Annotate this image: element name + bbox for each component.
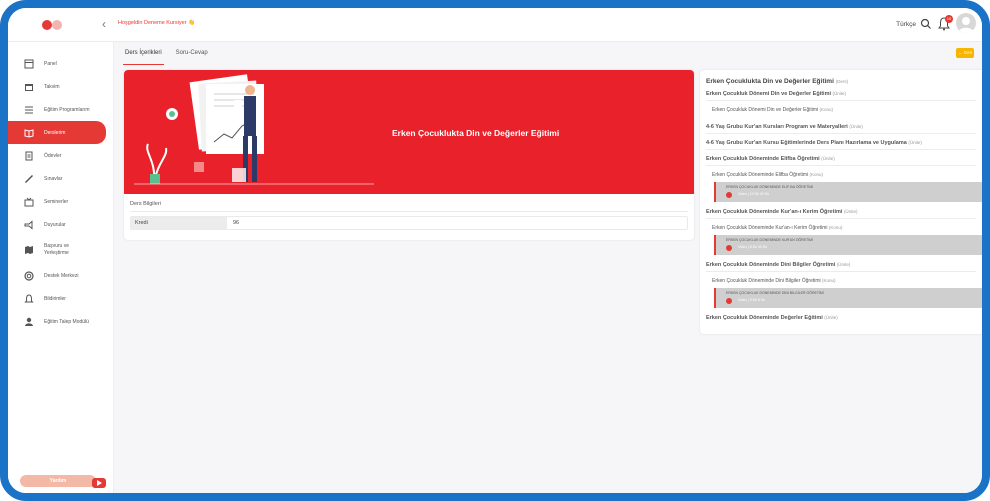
sidebar-item-label: Panel: [44, 60, 57, 67]
welcome-text: Hoşgeldin Deneme Kursiyer 👋: [118, 20, 195, 26]
course-outline-panel: Erken Çocuklukta Din ve Değerler Eğitimi…: [700, 70, 986, 334]
sidebar-item-label: Sınavlar: [44, 175, 63, 182]
sidebar-item-destek[interactable]: Destek Merkezi: [8, 264, 113, 287]
sidebar-item-seminerler[interactable]: Seminerler: [8, 190, 113, 213]
banner-illustration: [134, 74, 374, 185]
course-card: Erken Çocuklukta Din ve Değerler Eğitimi…: [124, 70, 694, 240]
book-icon: [24, 128, 34, 138]
map-icon: [25, 246, 33, 254]
play-icon: [726, 298, 732, 304]
outline-topic[interactable]: Erken Çocukluk Döneminde Kur'an-ı Kerim …: [712, 225, 842, 231]
progress-marker: [714, 235, 716, 255]
collapse-sidebar-icon[interactable]: ‹: [102, 17, 106, 31]
course-info-heading: Ders Bilgileri: [130, 201, 161, 207]
outline-unit[interactable]: 4-6 Yaş Grubu Kur'an Kursu Eğitimlerinde…: [706, 140, 976, 150]
tab-soru-cevap[interactable]: Soru-Cevap: [174, 48, 210, 65]
sidebar: Panel Takvim Eğitim Programlarım Dersler…: [8, 42, 114, 493]
sidebar-nav: Panel Takvim Eğitim Programlarım Dersler…: [8, 42, 113, 333]
video-item[interactable]: ERKEN ÇOCUKLUK DÖNEMİNDE DİNİ BİLGİLER Ö…: [714, 288, 982, 308]
sidebar-item-label: Eğitim Programlarım: [44, 106, 90, 113]
tv-icon: [24, 197, 34, 206]
sidebar-item-label: Başvuru ve Yerleştirme: [44, 243, 70, 256]
sidebar-item-odevler[interactable]: Ödevler: [8, 144, 113, 167]
outline-unit[interactable]: 4-6 Yaş Grubu Kur'an Kursları Program ve…: [706, 124, 976, 134]
scrollbar-track[interactable]: [984, 72, 986, 330]
sidebar-item-label: Ödevler: [44, 152, 62, 159]
avatar[interactable]: [956, 13, 976, 33]
tab-ders-icerikleri[interactable]: Ders İçerikleri: [123, 48, 164, 65]
calendar-icon: [25, 83, 33, 91]
sidebar-item-egitim-programlarim[interactable]: Eğitim Programlarım: [8, 98, 113, 121]
sidebar-item-derslerim[interactable]: Derslerim: [8, 121, 106, 144]
video-title: ERKEN ÇOCUKLUK DÖNEMİNDE KUR'AN ÖĞRETİMİ: [726, 238, 814, 242]
course-title: Erken Çocuklukta Din ve Değerler Eğitimi: [392, 128, 560, 138]
support-icon: [24, 270, 34, 281]
sidebar-item-label: Destek Merkezi: [44, 272, 79, 279]
sidebar-item-label: Derslerim: [44, 129, 66, 136]
video-duration: Video | 10 Dk 30 Sn: [738, 192, 770, 196]
info-row-kredi: Kredi 96: [130, 216, 688, 230]
scrollbar-thumb[interactable]: [984, 72, 986, 262]
video-duration: Video | 9 Dk 8 Sn: [738, 298, 766, 302]
pencil-icon: [24, 174, 34, 183]
outline-course-title[interactable]: Erken Çocuklukta Din ve Değerler Eğitimi…: [706, 78, 848, 85]
list-icon: [25, 106, 33, 113]
play-icon: [726, 192, 732, 198]
sidebar-item-egitim-talep[interactable]: Eğitim Talep Modülü: [8, 310, 113, 333]
progress-marker: [714, 288, 716, 308]
back-button[interactable]: ← Geri: [956, 48, 974, 58]
bell-icon: [24, 293, 34, 302]
sidebar-item-duyurular[interactable]: Duyurular: [8, 213, 113, 236]
sidebar-item-label: Bildirimler: [44, 295, 66, 302]
progress-marker: [714, 182, 716, 202]
outline-unit[interactable]: Erken Çocukluk Döneminde Dini Bilgiler Ö…: [706, 262, 976, 272]
help-button[interactable]: Yardım: [20, 475, 96, 487]
outline-unit[interactable]: Erken Çocukluk Dönemi Din ve Değerler Eğ…: [706, 91, 976, 101]
divider: [130, 211, 688, 212]
youtube-icon[interactable]: [92, 478, 106, 488]
search-icon[interactable]: [920, 18, 932, 30]
video-duration: Video | 8 Dk 40 Sn: [738, 245, 768, 249]
sidebar-item-label: Seminerler: [44, 198, 69, 205]
outline-topic[interactable]: Erken Çocukluk Dönemi Din ve Değerler Eğ…: [712, 107, 833, 113]
language-selector[interactable]: Türkçe: [896, 21, 916, 28]
top-bar: ‹ Hoşgeldin Deneme Kursiyer 👋 Türkçe 10: [8, 8, 982, 42]
logo[interactable]: [40, 18, 66, 32]
sidebar-item-panel[interactable]: Panel: [8, 52, 113, 75]
document-icon: [25, 151, 33, 160]
sidebar-item-takvim[interactable]: Takvim: [8, 75, 113, 98]
outline-unit[interactable]: Erken Çocukluk Döneminde Kur'an-ı Kerim …: [706, 209, 976, 219]
megaphone-icon: [24, 219, 33, 230]
app-window: ‹ Hoşgeldin Deneme Kursiyer 👋 Türkçe 10 …: [8, 8, 982, 493]
info-value: 96: [233, 220, 240, 226]
info-key: Kredi: [131, 217, 227, 229]
video-item[interactable]: ERKEN ÇOCUKLUK DÖNEMİNDE ELİF-BA ÖĞRETİM…: [714, 182, 982, 202]
device-frame: ‹ Hoşgeldin Deneme Kursiyer 👋 Türkçe 10 …: [0, 0, 990, 501]
outline-topic[interactable]: Erken Çocukluk Döneminde Elifba Öğretimi…: [712, 172, 823, 178]
sidebar-item-basvuru[interactable]: Başvuru ve Yerleştirme: [8, 236, 113, 264]
outline-unit[interactable]: Erken Çocukluk Döneminde Elifba Öğretimi…: [706, 156, 976, 166]
sidebar-item-sinavlar[interactable]: Sınavlar: [8, 167, 113, 190]
course-banner: Erken Çocuklukta Din ve Değerler Eğitimi: [124, 70, 694, 194]
outline-topic[interactable]: Erken Çocukluk Döneminde Dini Bilgiler Ö…: [712, 278, 836, 284]
video-title: ERKEN ÇOCUKLUK DÖNEMİNDE DİNİ BİLGİLER Ö…: [726, 291, 824, 295]
video-title: ERKEN ÇOCUKLUK DÖNEMİNDE ELİF-BA ÖĞRETİM…: [726, 185, 814, 189]
video-item[interactable]: ERKEN ÇOCUKLUK DÖNEMİNDE KUR'AN ÖĞRETİMİ…: [714, 235, 982, 255]
panel-icon: [24, 59, 34, 68]
sidebar-item-label: Eğitim Talep Modülü: [44, 318, 89, 325]
notification-bell-icon[interactable]: 10: [938, 15, 953, 31]
play-icon: [726, 245, 732, 251]
sidebar-item-label: Duyurular: [44, 221, 66, 228]
user-icon: [25, 317, 33, 326]
outline-unit[interactable]: Erken Çocukluk Döneminde Değerler Eğitim…: [706, 315, 838, 321]
sidebar-item-bildirimler[interactable]: Bildirimler: [8, 287, 113, 310]
content-tabs: Ders İçerikleri Soru-Cevap: [123, 48, 210, 65]
notification-badge: 10: [945, 15, 953, 23]
sidebar-item-label: Takvim: [44, 83, 60, 90]
